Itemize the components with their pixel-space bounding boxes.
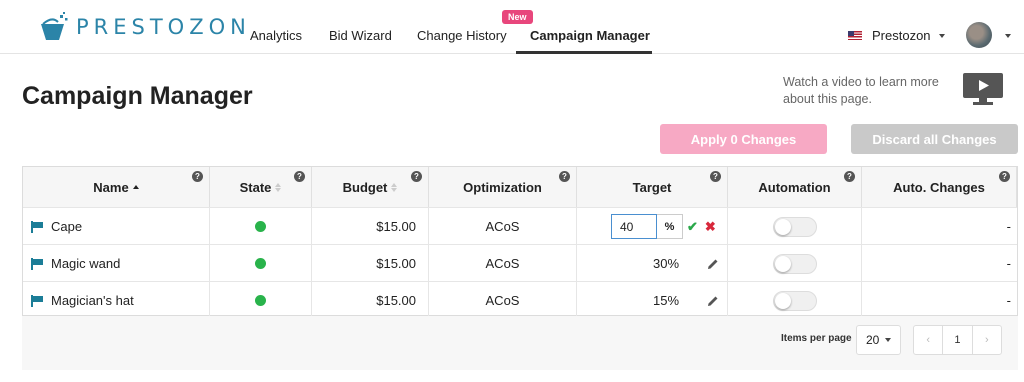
status-dot-icon[interactable]	[255, 258, 266, 269]
campaign-name[interactable]: Magic wand	[51, 256, 120, 271]
nav-campaign-manager[interactable]: Campaign Manager	[530, 28, 650, 43]
brand-name: PRESTOZON	[76, 15, 251, 39]
column-label: Optimization	[463, 179, 542, 195]
column-header-optimization: Optimization ?	[429, 167, 577, 207]
help-icon[interactable]: ?	[294, 171, 305, 182]
state-cell	[210, 208, 312, 245]
column-label: State	[239, 179, 272, 195]
video-play-icon[interactable]	[962, 72, 1004, 106]
video-help-text[interactable]: Watch a video to learn more about this p…	[783, 74, 953, 108]
auto-changes-cell: -	[1006, 219, 1011, 234]
pencil-icon[interactable]	[707, 295, 719, 307]
optimization-cell: ACoS	[429, 245, 577, 282]
target-cell: 15%	[577, 282, 728, 319]
items-per-page-value: 20	[866, 333, 880, 347]
budget-cell: $15.00	[312, 282, 429, 319]
table-row: Magician's hat $15.00 ACoS 15% -	[23, 281, 1017, 319]
optimization-cell: ACoS	[429, 282, 577, 319]
automation-toggle[interactable]	[772, 290, 817, 311]
column-label: Budget	[342, 179, 388, 195]
help-icon[interactable]: ?	[710, 171, 721, 182]
auto-changes-cell: -	[1006, 293, 1011, 308]
target-input[interactable]: 40	[611, 214, 657, 239]
help-icon[interactable]: ?	[559, 171, 570, 182]
column-header-state[interactable]: State ?	[210, 167, 312, 207]
sort-icon	[391, 182, 398, 192]
target-value: 30%	[653, 256, 680, 271]
brand-logo[interactable]: PRESTOZON	[38, 12, 251, 42]
table-footer: Items per page 20 ‹ 1 ›	[22, 316, 1018, 370]
items-per-page-label: Items per page	[781, 333, 852, 344]
column-label: Auto. Changes	[893, 179, 985, 195]
target-cell: 30%	[577, 245, 728, 282]
next-page-button[interactable]: ›	[973, 326, 1001, 354]
nav-bid-wizard[interactable]: Bid Wizard	[329, 28, 392, 43]
active-tab-indicator	[516, 51, 652, 54]
top-nav: PRESTOZON Analytics Bid Wizard Change Hi…	[0, 0, 1024, 54]
target-value: 15%	[653, 293, 680, 308]
page-number-button[interactable]: 1	[943, 326, 973, 354]
page-title: Campaign Manager	[22, 82, 253, 110]
column-header-budget[interactable]: Budget ?	[312, 167, 429, 207]
sort-asc-icon	[132, 185, 139, 189]
help-icon[interactable]: ?	[411, 171, 422, 182]
auto-changes-cell: -	[1006, 256, 1011, 271]
chevron-down-icon	[885, 338, 892, 342]
cancel-x-icon[interactable]: ✖	[705, 219, 716, 235]
flag-icon	[31, 257, 44, 270]
avatar-chevron-down-icon[interactable]	[1005, 34, 1011, 38]
pagination: ‹ 1 ›	[913, 325, 1002, 355]
state-cell	[210, 282, 312, 319]
account-switcher[interactable]: Prestozon	[848, 28, 945, 43]
confirm-check-icon[interactable]: ✔	[687, 219, 698, 235]
column-header-name[interactable]: Name ?	[23, 167, 210, 207]
name-cell[interactable]: Cape	[23, 208, 210, 245]
pencil-icon[interactable]	[707, 258, 719, 270]
target-cell: 40 % ✔ ✖	[577, 208, 728, 245]
campaign-name[interactable]: Cape	[51, 219, 82, 234]
sort-icon	[275, 182, 282, 192]
user-avatar[interactable]	[966, 22, 992, 48]
budget-cell: $15.00	[312, 245, 429, 282]
automation-toggle[interactable]	[772, 216, 817, 237]
campaign-name[interactable]: Magician's hat	[51, 293, 134, 308]
column-header-auto-changes: Auto. Changes ?	[862, 167, 1017, 207]
discard-changes-button[interactable]: Discard all Changes	[851, 124, 1018, 154]
nav-analytics[interactable]: Analytics	[250, 28, 302, 43]
help-icon[interactable]: ?	[192, 171, 203, 182]
automation-cell	[728, 208, 862, 245]
automation-cell	[728, 245, 862, 282]
logo-icon	[41, 12, 68, 40]
flag-icon	[31, 294, 44, 307]
status-dot-icon[interactable]	[255, 221, 266, 232]
automation-toggle[interactable]	[772, 253, 817, 274]
state-cell	[210, 245, 312, 282]
column-header-target: Target ?	[577, 167, 728, 207]
name-cell[interactable]: Magic wand	[23, 245, 210, 282]
column-label: Name	[93, 179, 129, 195]
flag-icon	[31, 220, 44, 233]
column-header-automation: Automation ?	[728, 167, 862, 207]
items-per-page-select[interactable]: 20	[856, 325, 901, 355]
prev-page-button[interactable]: ‹	[914, 326, 944, 354]
table-row: Cape $15.00 ACoS 40 % ✔ ✖ -	[23, 207, 1017, 245]
us-flag-icon	[848, 31, 862, 40]
help-icon[interactable]: ?	[999, 171, 1010, 182]
name-cell[interactable]: Magician's hat	[23, 282, 210, 319]
column-label: Target	[632, 179, 672, 195]
help-icon[interactable]: ?	[844, 171, 855, 182]
automation-cell	[728, 282, 862, 319]
nav-change-history[interactable]: Change History	[417, 28, 507, 43]
budget-cell: $15.00	[312, 208, 429, 245]
new-badge: New	[502, 10, 533, 24]
target-unit: %	[657, 214, 683, 239]
apply-changes-button[interactable]: Apply 0 Changes	[660, 124, 827, 154]
column-label: Automation	[758, 179, 831, 195]
account-name: Prestozon	[872, 28, 931, 43]
chevron-down-icon	[938, 33, 945, 38]
campaigns-table: Name ? State ? Budget ? Optimization ? T…	[22, 166, 1018, 319]
optimization-cell: ACoS	[429, 208, 577, 245]
status-dot-icon[interactable]	[255, 295, 266, 306]
table-row: Magic wand $15.00 ACoS 30% -	[23, 244, 1017, 282]
